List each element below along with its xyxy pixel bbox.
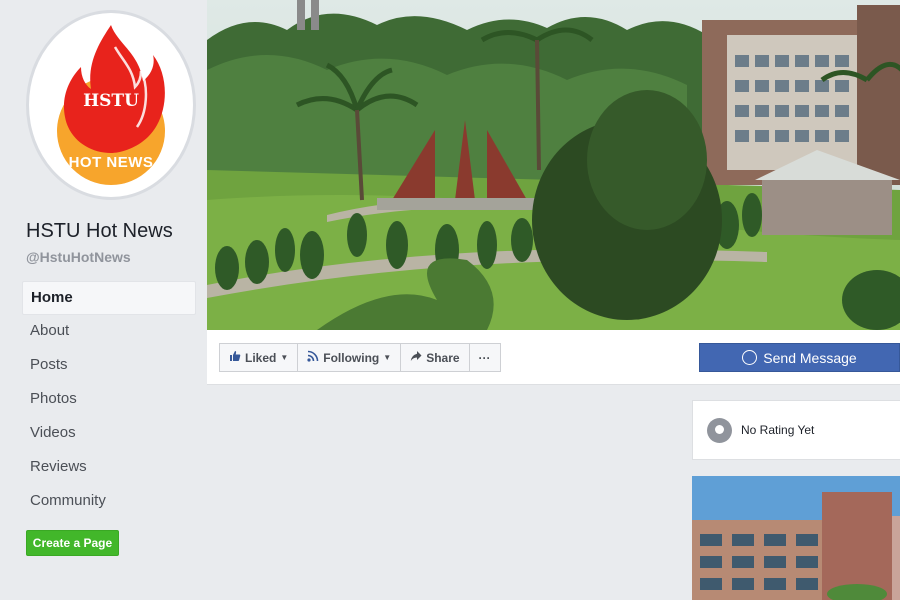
more-options-button[interactable]: ···	[468, 343, 501, 372]
rss-icon	[307, 350, 319, 365]
thumbs-up-icon	[229, 350, 241, 365]
share-label: Share	[426, 350, 460, 365]
photos-preview-card[interactable]	[692, 476, 900, 600]
sidebar-item-photos[interactable]: Photos	[22, 383, 196, 417]
sidebar-item-reviews[interactable]: Reviews	[22, 451, 196, 485]
more-options-icon: ···	[478, 350, 491, 365]
send-message-label: Send Message	[763, 349, 857, 366]
following-button[interactable]: Following ▼	[297, 343, 402, 372]
share-arrow-icon	[410, 350, 422, 365]
liked-button[interactable]: Liked ▼	[219, 343, 299, 372]
sidebar-item-home[interactable]: Home	[22, 281, 196, 315]
page-handle[interactable]: @HstuHotNews	[26, 249, 131, 265]
sidebar-item-posts[interactable]: Posts	[22, 349, 196, 383]
sidebar-item-videos[interactable]: Videos	[22, 417, 196, 451]
liked-label: Liked	[245, 350, 277, 365]
logo-text-hot-news: HOT NEWS	[68, 154, 154, 171]
rating-text: No Rating Yet	[741, 423, 815, 437]
create-page-button[interactable]: Create a Page	[26, 530, 119, 556]
chevron-down-icon: ▼	[383, 353, 392, 362]
action-button-group: Liked ▼ Following ▼ Share ···	[219, 343, 501, 372]
sidebar-nav: Home About Posts Photos Videos Reviews C…	[22, 281, 196, 519]
following-label: Following	[323, 350, 380, 365]
messenger-icon	[742, 350, 758, 365]
page-action-bar: Liked ▼ Following ▼ Share ··· Send Messa…	[207, 330, 900, 385]
logo-text-hstu: HSTU	[83, 91, 139, 111]
sidebar-item-community[interactable]: Community	[22, 485, 196, 519]
rating-card: No Rating Yet	[692, 400, 900, 460]
cover-photo[interactable]	[207, 0, 900, 330]
sidebar-item-about[interactable]: About	[22, 315, 196, 349]
send-message-button[interactable]: Send Message	[699, 343, 900, 372]
chevron-down-icon: ▼	[280, 353, 289, 362]
page-title[interactable]: HSTU Hot News	[26, 220, 173, 243]
profile-picture[interactable]: HSTU HOT NEWS	[26, 10, 196, 200]
rating-bubble-icon	[707, 418, 732, 443]
share-button[interactable]: Share	[400, 343, 470, 372]
